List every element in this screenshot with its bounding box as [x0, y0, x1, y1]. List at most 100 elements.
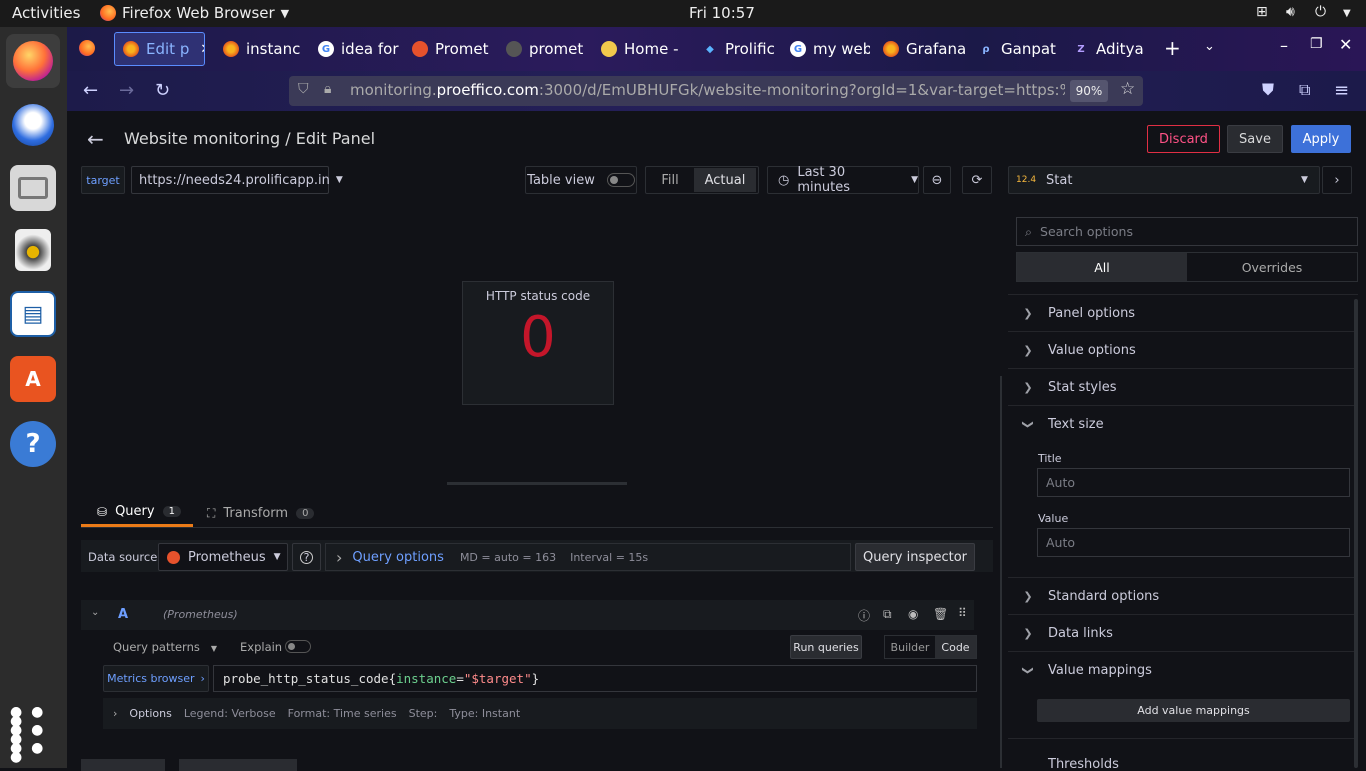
- tab-query[interactable]: ⛁ Query 1: [81, 499, 193, 527]
- fill-option[interactable]: Fill: [646, 173, 694, 188]
- duplicate-icon[interactable]: ⧉: [883, 607, 892, 622]
- lock-icon[interactable]: 🔒︎: [324, 81, 331, 97]
- minimize-button[interactable]: –: [1280, 36, 1288, 55]
- browser-tab[interactable]: Promet: [404, 32, 494, 66]
- metrics-browser-button[interactable]: Metrics browser ›: [103, 665, 209, 692]
- dock-writer[interactable]: ▤: [10, 291, 56, 337]
- query-patterns-select[interactable]: Query patterns ▼: [113, 640, 217, 654]
- time-range-picker[interactable]: ◷ Last 30 minutes ▼: [767, 165, 919, 195]
- data-source-picker[interactable]: Prometheus ▼: [158, 543, 288, 571]
- toggle-switch[interactable]: [606, 173, 635, 187]
- list-tabs-chevron-icon[interactable]: ⌄: [1204, 39, 1215, 54]
- collapse-options-button[interactable]: ›: [1322, 166, 1352, 194]
- options-scrollbar[interactable]: [1354, 299, 1358, 768]
- browser-tab[interactable]: Edit p ✕: [114, 32, 205, 66]
- table-view-toggle[interactable]: Table view: [525, 166, 637, 194]
- query-inspector-button[interactable]: Query inspector: [855, 543, 975, 571]
- dock-rhythmbox[interactable]: [10, 227, 56, 273]
- forward-arrow-icon[interactable]: →: [119, 80, 134, 101]
- dock-software[interactable]: A: [10, 356, 56, 402]
- dock-firefox[interactable]: [6, 34, 60, 88]
- collapse-chevron-icon[interactable]: ⌄: [91, 607, 99, 618]
- apply-button[interactable]: Apply: [1291, 125, 1351, 153]
- browser-tab[interactable]: Home -: [593, 32, 689, 66]
- trash-icon[interactable]: 🗑︎: [933, 607, 948, 621]
- new-tab-button[interactable]: +: [1164, 36, 1181, 60]
- clock[interactable]: Fri 10:57: [689, 4, 755, 22]
- tab-transform[interactable]: ⛶ Transform 0: [207, 499, 327, 527]
- browser-tab[interactable]: Gmy web: [782, 32, 870, 66]
- section-data-links[interactable]: ❯ Data links: [1008, 615, 1356, 652]
- tab-all[interactable]: All: [1017, 253, 1187, 281]
- app-menu[interactable]: Firefox Web Browser ▼: [100, 4, 289, 22]
- query-options-bar[interactable]: › Query options MD = auto = 163 Interval…: [325, 543, 851, 571]
- power-icon[interactable]: ⏻: [1315, 4, 1326, 20]
- query-expression-editor[interactable]: probe_http_status_code{instance="$target…: [213, 665, 977, 692]
- add-expression-button[interactable]: [179, 759, 297, 771]
- query-ref-id[interactable]: A: [118, 607, 128, 622]
- help-button[interactable]: ?: [292, 543, 321, 571]
- browser-tab[interactable]: Grafana: [875, 32, 965, 66]
- explain-toggle[interactable]: [285, 640, 311, 653]
- section-value-mappings[interactable]: ❯ Value mappings: [1008, 652, 1356, 689]
- zoom-out-button[interactable]: ⊖: [923, 166, 951, 194]
- hamburger-menu-icon[interactable]: ≡: [1334, 80, 1349, 101]
- pane-splitter[interactable]: [1000, 376, 1002, 768]
- close-window-button[interactable]: ✕: [1339, 35, 1352, 54]
- search-options-input[interactable]: ⌕ Search options: [1016, 217, 1358, 246]
- visualization-picker[interactable]: 12.4 Stat ▼: [1008, 166, 1320, 194]
- title-size-input[interactable]: Auto: [1037, 468, 1350, 497]
- actual-option[interactable]: Actual: [694, 168, 756, 192]
- show-apps-button[interactable]: ● ● ● ● ● ● ● ● ●: [10, 705, 56, 764]
- dock-thunderbird[interactable]: [10, 102, 56, 148]
- target-variable-select[interactable]: https://needs24.prolificapp.in ▼: [131, 166, 343, 194]
- browser-tab[interactable]: instanc: [215, 32, 305, 66]
- code-mode-option[interactable]: Code: [935, 636, 976, 658]
- refresh-button[interactable]: ⟳: [962, 166, 992, 194]
- help-icon[interactable]: ⓘ: [858, 607, 870, 624]
- system-menu-caret-icon[interactable]: ▼: [1343, 8, 1351, 19]
- back-arrow-icon[interactable]: ←: [83, 80, 98, 101]
- pocket-icon[interactable]: ⛊: [1262, 80, 1274, 100]
- section-thresholds[interactable]: Thresholds: [1008, 754, 1356, 768]
- stat-panel[interactable]: HTTP status code 0: [462, 281, 614, 405]
- zoom-level[interactable]: 90%: [1070, 80, 1108, 102]
- browser-tab[interactable]: promet: [498, 32, 588, 66]
- section-value-options[interactable]: ❯ Value options: [1008, 332, 1356, 369]
- dock-files[interactable]: [10, 165, 56, 211]
- browser-tab[interactable]: ◆ Prolific: [694, 32, 778, 66]
- value-size-input[interactable]: Auto: [1037, 528, 1350, 557]
- browser-tab[interactable]: Z Aditya: [1065, 32, 1153, 66]
- eye-icon[interactable]: ◉: [908, 607, 918, 621]
- reload-icon[interactable]: ↻: [155, 80, 170, 101]
- splitter-handle[interactable]: [447, 482, 627, 485]
- url-bar[interactable]: ⛉ 🔒︎ monitoring.proeffico.com:3000/d/EmU…: [289, 76, 1143, 106]
- firefox-view-icon[interactable]: [79, 40, 95, 56]
- section-panel-options[interactable]: ❯ Panel options: [1008, 295, 1356, 332]
- run-queries-button[interactable]: Run queries: [790, 635, 862, 659]
- activities-button[interactable]: Activities: [12, 4, 80, 22]
- discard-button[interactable]: Discard: [1147, 125, 1220, 153]
- close-tab-icon[interactable]: ✕: [200, 42, 204, 57]
- tab-overrides[interactable]: Overrides: [1187, 253, 1357, 281]
- dock-help[interactable]: ?: [10, 421, 56, 467]
- section-standard-options[interactable]: ❯ Standard options: [1008, 578, 1356, 615]
- drag-handle-icon[interactable]: ⠿: [958, 606, 967, 620]
- shield-icon[interactable]: ⛉: [298, 81, 309, 97]
- extensions-icon[interactable]: ⧉: [1299, 80, 1310, 100]
- browser-tab[interactable]: ρ Ganpat: [970, 32, 1060, 66]
- browser-tab[interactable]: Gidea for: [310, 32, 400, 66]
- volume-icon[interactable]: 🔊︎: [1286, 4, 1295, 20]
- back-arrow-icon[interactable]: ←: [87, 127, 104, 151]
- network-icon[interactable]: ⊞: [1256, 4, 1268, 20]
- builder-mode-option[interactable]: Builder: [885, 636, 935, 658]
- query-options-summary[interactable]: › Options Legend: Verbose Format: Time s…: [103, 698, 977, 729]
- section-stat-styles[interactable]: ❯ Stat styles: [1008, 369, 1356, 406]
- bookmark-star-icon[interactable]: ☆: [1120, 79, 1135, 99]
- save-button[interactable]: Save: [1227, 125, 1283, 153]
- url-text[interactable]: monitoring.proeffico.com:3000/d/EmUBHUFG…: [350, 81, 1065, 99]
- section-text-size[interactable]: ❯ Text size: [1008, 406, 1356, 443]
- maximize-button[interactable]: ❐: [1310, 36, 1323, 52]
- add-value-mappings-button[interactable]: Add value mappings: [1037, 699, 1350, 722]
- add-query-button[interactable]: [81, 759, 165, 771]
